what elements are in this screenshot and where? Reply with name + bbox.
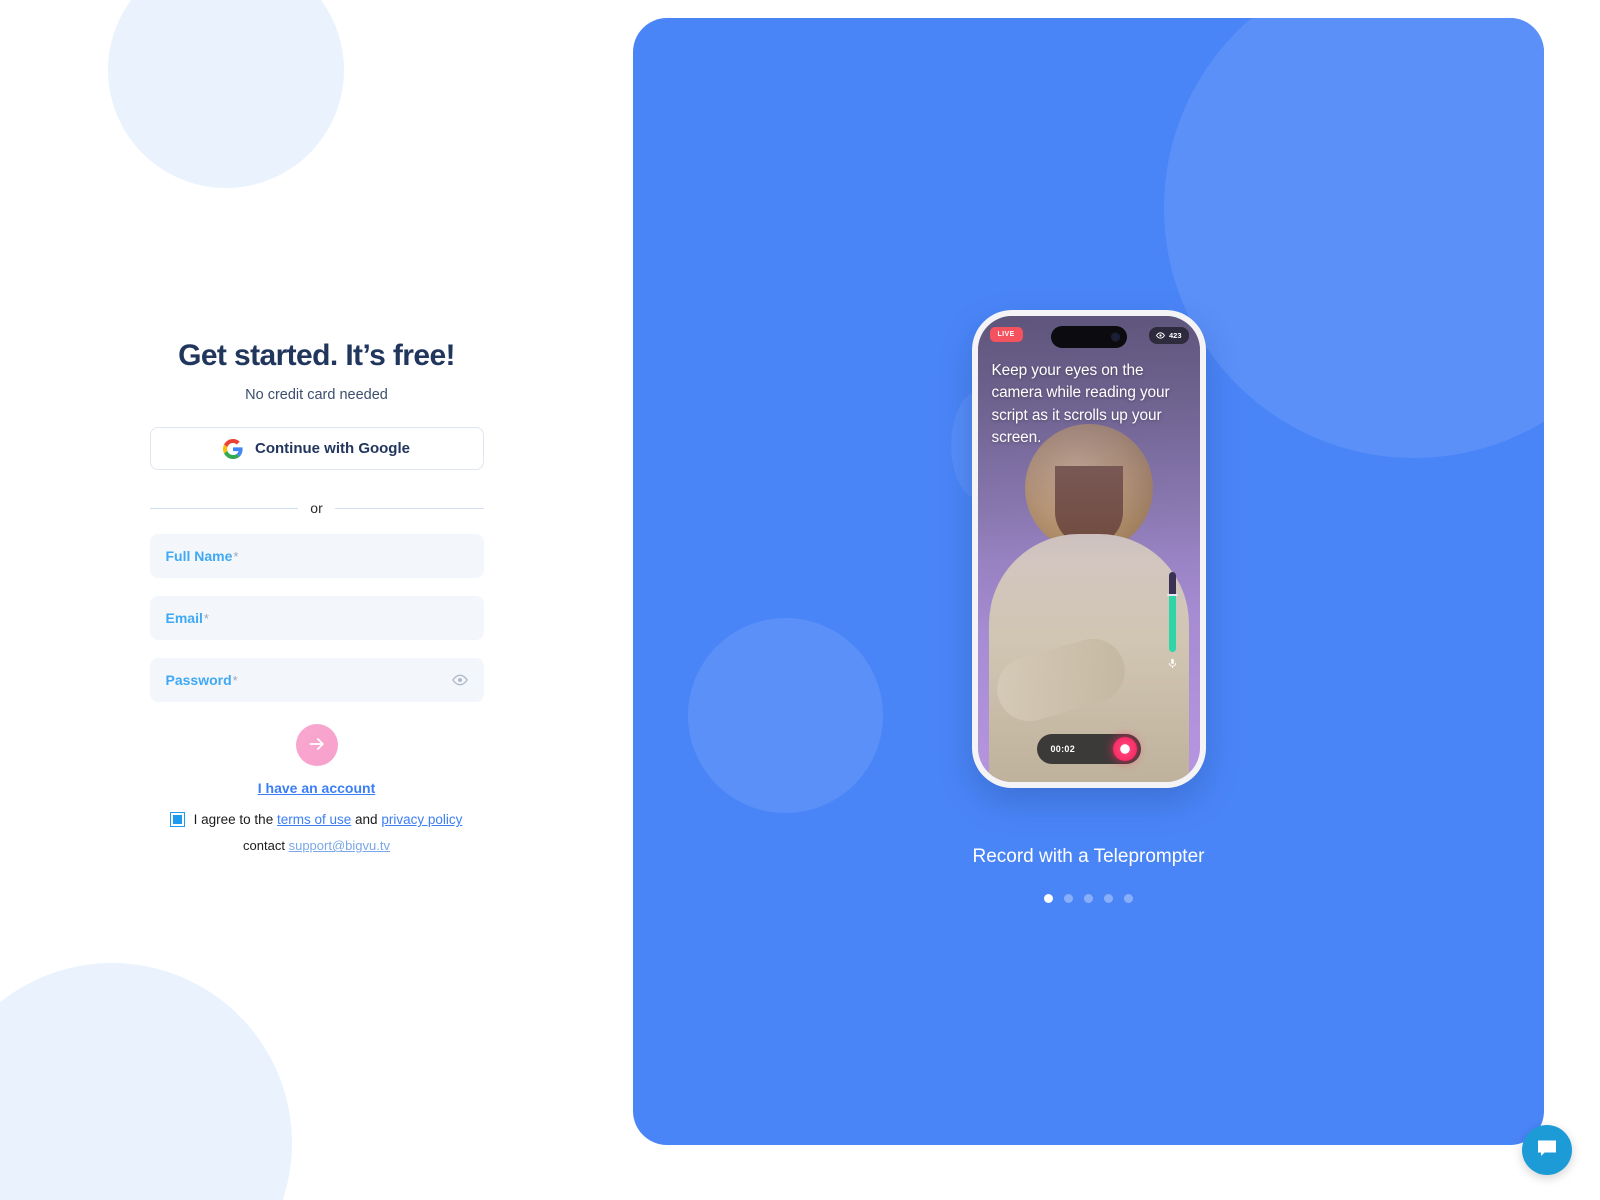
eye-icon[interactable] [451,672,468,688]
promo-panel: LIVE 423 Keep your eyes on the camera wh… [633,18,1544,1145]
signup-form: Get started. It’s free! No credit card n… [149,338,484,853]
arrow-right-icon [307,734,327,757]
recording-controls: 00:02 [1036,734,1141,764]
phone-mockup: LIVE 423 Keep your eyes on the camera wh… [971,310,1206,788]
promo-content: LIVE 423 Keep your eyes on the camera wh… [633,18,1544,1145]
page-subtitle: No credit card needed [245,387,388,404]
teleprompter-text: Keep your eyes on the camera while readi… [991,362,1170,446]
phone-screen: LIVE 423 Keep your eyes on the camera wh… [977,316,1200,782]
carousel-dot-3[interactable] [1084,894,1093,903]
recording-timer: 00:02 [1050,744,1076,754]
eye-icon [1156,331,1165,340]
divider-or: or [149,500,484,517]
submit-button[interactable] [295,724,338,767]
divider-label: or [310,500,323,517]
front-camera-icon [1110,332,1120,342]
chat-bubble-icon [1535,1136,1559,1165]
microphone-icon [1167,656,1178,670]
support-email-link[interactable]: support@bigvu.tv [289,838,390,853]
password-label: Password [165,672,232,689]
divider-line-left [149,507,299,509]
i-have-an-account-link[interactable]: I have an account [150,780,484,796]
agree-conjunction: and [355,812,378,828]
terms-of-use-link[interactable]: terms of use [277,812,351,827]
viewer-count-badge: 423 [1148,327,1189,344]
audio-level-meter [1166,572,1178,652]
continue-with-google-button[interactable]: Continue with Google [149,427,484,471]
terms-agreement-row: I agree to the terms of use and privacy … [150,812,484,828]
signup-column: Get started. It’s free! No credit card n… [0,0,633,1200]
full-name-label: Full Name [165,548,233,565]
page-root: Get started. It’s free! No credit card n… [0,0,1600,1200]
carousel-dot-5[interactable] [1124,894,1133,903]
live-badge: LIVE [989,327,1023,342]
password-field[interactable]: Password * [149,658,484,703]
email-label: Email [165,610,203,627]
page-title: Get started. It’s free! [178,338,455,372]
carousel-dots [633,894,1544,903]
contact-prefix: contact [243,838,285,854]
submit-row [150,724,484,767]
email-required-marker: * [203,610,209,626]
continue-with-google-label: Continue with Google [255,440,410,458]
password-required-marker: * [232,672,238,688]
promo-caption: Record with a Teleprompter [972,846,1205,867]
terms-agreement-text: I agree to the terms of use and privacy … [194,812,463,827]
phone-dynamic-island [1050,326,1127,348]
contact-row: contact support@bigvu.tv [150,838,484,853]
google-g-icon [223,438,243,459]
agree-prefix: I agree to the [193,812,274,828]
full-name-required-marker: * [233,548,239,564]
carousel-dot-4[interactable] [1104,894,1113,903]
carousel-dot-1[interactable] [1044,894,1053,903]
full-name-field[interactable]: Full Name * [149,534,484,579]
terms-agreement-checkbox[interactable] [169,812,185,828]
audio-level-marker [1166,594,1178,596]
carousel-dot-2[interactable] [1064,894,1073,903]
divider-line-right [334,507,484,509]
privacy-policy-link[interactable]: privacy policy [381,812,462,827]
chat-widget-button[interactable] [1522,1125,1572,1175]
viewer-count-value: 423 [1168,331,1182,340]
record-stop-icon[interactable] [1112,737,1137,761]
email-field[interactable]: Email * [149,596,484,641]
